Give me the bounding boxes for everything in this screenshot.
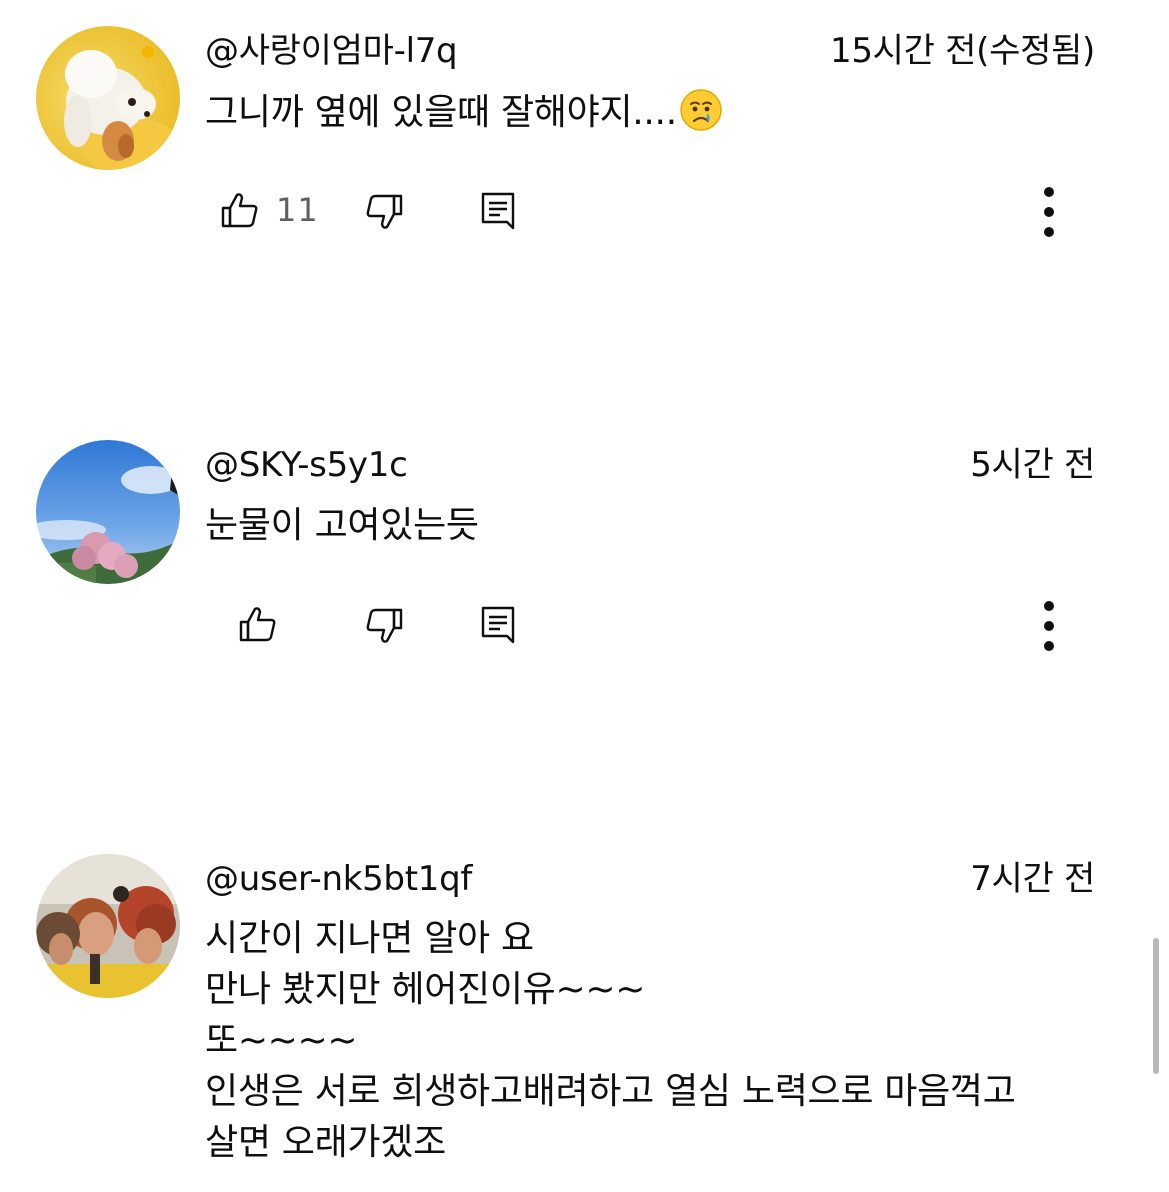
avatar-image [36, 854, 180, 998]
comment-text-line: 시간이 지나면 알아 요 [205, 918, 534, 959]
comment-text-line: 살면 오래가겠조 [205, 1122, 446, 1163]
avatar-image [36, 26, 180, 170]
dislike-button[interactable] [364, 606, 404, 646]
comment-timestamp: 7시간 전 [970, 859, 1095, 899]
comment-text-line: 만나 봤지만 헤어진이유~~~ [205, 969, 646, 1010]
crying-face-icon [679, 88, 723, 132]
thumbs-down-icon [366, 608, 403, 643]
reply-button[interactable] [480, 605, 516, 645]
avatar[interactable] [36, 854, 180, 998]
comment-text-line: 인생은 서로 희생하고배려하고 열심 노력으로 마음꺽고 [205, 1071, 1016, 1112]
like-button[interactable]: 11 [220, 190, 319, 230]
comment-text-line: 또~~~~ [205, 1020, 358, 1061]
avatar-image [36, 440, 180, 584]
comment-body: 그니까 옆에 있을때 잘해야지.... [205, 87, 723, 138]
comment-body: 시간이 지나면 알아 요 만나 봤지만 헤어진이유~~~ 또~~~~ 인생은 서… [205, 913, 1016, 1168]
thumbs-up-icon [239, 607, 276, 642]
comment-icon [481, 606, 515, 644]
comment-timestamp: 15시간 전(수정됨) [830, 31, 1095, 71]
comment-timestamp: 5시간 전 [970, 445, 1095, 485]
more-vert-icon[interactable] [1030, 182, 1070, 242]
comment-author[interactable]: @user-nk5bt1qf [205, 859, 472, 899]
avatar[interactable] [36, 26, 180, 170]
avatar[interactable] [36, 440, 180, 584]
like-button[interactable] [238, 604, 278, 644]
dislike-button[interactable] [364, 192, 404, 232]
thumbs-up-icon [221, 193, 258, 228]
comment-body: 눈물이 고여있는듯 [205, 500, 479, 551]
comment-icon [481, 192, 515, 230]
comment-text-line: 눈물이 고여있는듯 [205, 505, 479, 546]
comment-author[interactable]: @SKY-s5y1c [205, 445, 408, 485]
thumbs-down-icon [366, 194, 403, 229]
more-vert-icon[interactable] [1030, 596, 1070, 656]
comment-text-line: 그니까 옆에 있을때 잘해야지.... [205, 87, 723, 138]
like-count: 11 [276, 191, 319, 229]
scrollbar[interactable] [1153, 938, 1159, 1074]
comment-thread-1: @사랑이엄마-l7q 15시간 전(수정됨) 그니까 옆에 있을때 잘해야지..… [0, 0, 1169, 300]
reply-button[interactable] [480, 191, 516, 231]
comment-author[interactable]: @사랑이엄마-l7q [205, 31, 458, 71]
